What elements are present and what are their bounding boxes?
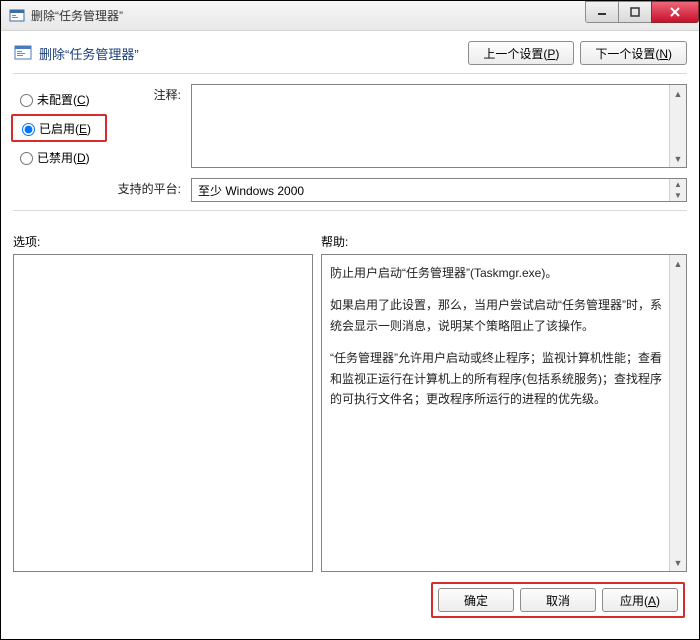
comment-scrollbar[interactable]: ▲ ▼ — [669, 85, 686, 167]
prev-setting-label: 上一个设置(P) — [483, 45, 559, 62]
close-button[interactable] — [651, 1, 699, 23]
radio-disabled[interactable]: 已禁用(D) — [13, 144, 111, 170]
scroll-down-icon[interactable]: ▼ — [670, 150, 686, 167]
scroll-down-icon[interactable]: ▼ — [670, 554, 686, 571]
comment-textarea[interactable]: ▲ ▼ — [191, 84, 687, 168]
platform-value: 至少 Windows 2000 — [198, 182, 304, 199]
platform-label: 支持的平台: — [111, 178, 191, 197]
title-bar: 删除“任务管理器” — [1, 1, 699, 31]
footer-highlight: 确定 取消 应用(A) — [431, 582, 685, 618]
help-p2: 如果启用了此设置，那么，当用户尝试启动“任务管理器”时，系统会显示一则消息，说明… — [330, 295, 664, 336]
divider — [13, 73, 687, 74]
apply-label: 应用(A) — [620, 592, 660, 609]
footer: 确定 取消 应用(A) — [13, 582, 687, 618]
ok-button[interactable]: 确定 — [438, 588, 514, 612]
help-p3: “任务管理器”允许用户启动或终止程序；监视计算机性能；查看和监视正运行在计算机上… — [330, 348, 664, 409]
radio-enabled-input[interactable] — [22, 123, 35, 136]
policy-icon — [13, 43, 33, 63]
radio-not-configured-input[interactable] — [20, 94, 33, 107]
content-area: 删除“任务管理器” 上一个设置(P) 下一个设置(N) 未配置(C) 已启用(E… — [1, 31, 699, 628]
scroll-up-icon[interactable]: ▲ — [670, 255, 686, 272]
platform-spinner[interactable]: ▲ ▼ — [669, 179, 686, 201]
policy-title: 删除“任务管理器” — [39, 44, 139, 63]
panel-labels: 选项: 帮助: — [13, 233, 687, 250]
window-title: 删除“任务管理器” — [31, 7, 123, 24]
divider-2 — [13, 210, 687, 211]
help-panel: 防止用户启动“任务管理器”(Taskmgr.exe)。 如果启用了此设置，那么，… — [321, 254, 687, 572]
radio-disabled-input[interactable] — [20, 152, 33, 165]
prev-setting-button[interactable]: 上一个设置(P) — [468, 41, 574, 65]
radio-not-configured[interactable]: 未配置(C) — [13, 86, 111, 112]
nav-buttons: 上一个设置(P) 下一个设置(N) — [468, 41, 687, 65]
settings-grid: 未配置(C) 已启用(E) 已禁用(D) 注释: ▲ ▼ 支持的平台: 至少 W — [13, 84, 687, 202]
platform-field: 至少 Windows 2000 ▲ ▼ — [191, 178, 687, 202]
apply-button[interactable]: 应用(A) — [602, 588, 678, 612]
help-label: 帮助: — [321, 233, 348, 250]
window-icon — [9, 8, 25, 24]
header-row: 删除“任务管理器” 上一个设置(P) 下一个设置(N) — [13, 41, 687, 65]
help-scrollbar[interactable]: ▲ ▼ — [669, 255, 686, 571]
maximize-button[interactable] — [618, 1, 652, 23]
scroll-up-icon[interactable]: ▲ — [670, 85, 686, 102]
next-setting-label: 下一个设置(N) — [595, 45, 672, 62]
comment-label: 注释: — [111, 84, 191, 103]
radio-enabled[interactable]: 已启用(E) — [11, 114, 107, 142]
header-left: 删除“任务管理器” — [13, 43, 139, 63]
radio-enabled-label[interactable]: 已启用(E) — [39, 120, 91, 137]
cancel-button[interactable]: 取消 — [520, 588, 596, 612]
cancel-label: 取消 — [546, 592, 570, 609]
radio-disabled-label[interactable]: 已禁用(D) — [37, 149, 90, 166]
state-radios: 未配置(C) 已启用(E) 已禁用(D) — [13, 84, 111, 202]
options-label: 选项: — [13, 233, 321, 250]
window-controls — [586, 1, 699, 23]
minimize-button[interactable] — [585, 1, 619, 23]
spin-down-icon[interactable]: ▼ — [670, 190, 686, 201]
next-setting-button[interactable]: 下一个设置(N) — [580, 41, 687, 65]
fields: 注释: ▲ ▼ 支持的平台: 至少 Windows 2000 ▲ ▼ — [111, 84, 687, 202]
help-content: 防止用户启动“任务管理器”(Taskmgr.exe)。 如果启用了此设置，那么，… — [322, 255, 686, 429]
spin-up-icon[interactable]: ▲ — [670, 179, 686, 190]
options-panel — [13, 254, 313, 572]
ok-label: 确定 — [464, 592, 488, 609]
help-p1: 防止用户启动“任务管理器”(Taskmgr.exe)。 — [330, 263, 664, 283]
panels: 防止用户启动“任务管理器”(Taskmgr.exe)。 如果启用了此设置，那么，… — [13, 254, 687, 572]
radio-not-configured-label[interactable]: 未配置(C) — [37, 91, 90, 108]
